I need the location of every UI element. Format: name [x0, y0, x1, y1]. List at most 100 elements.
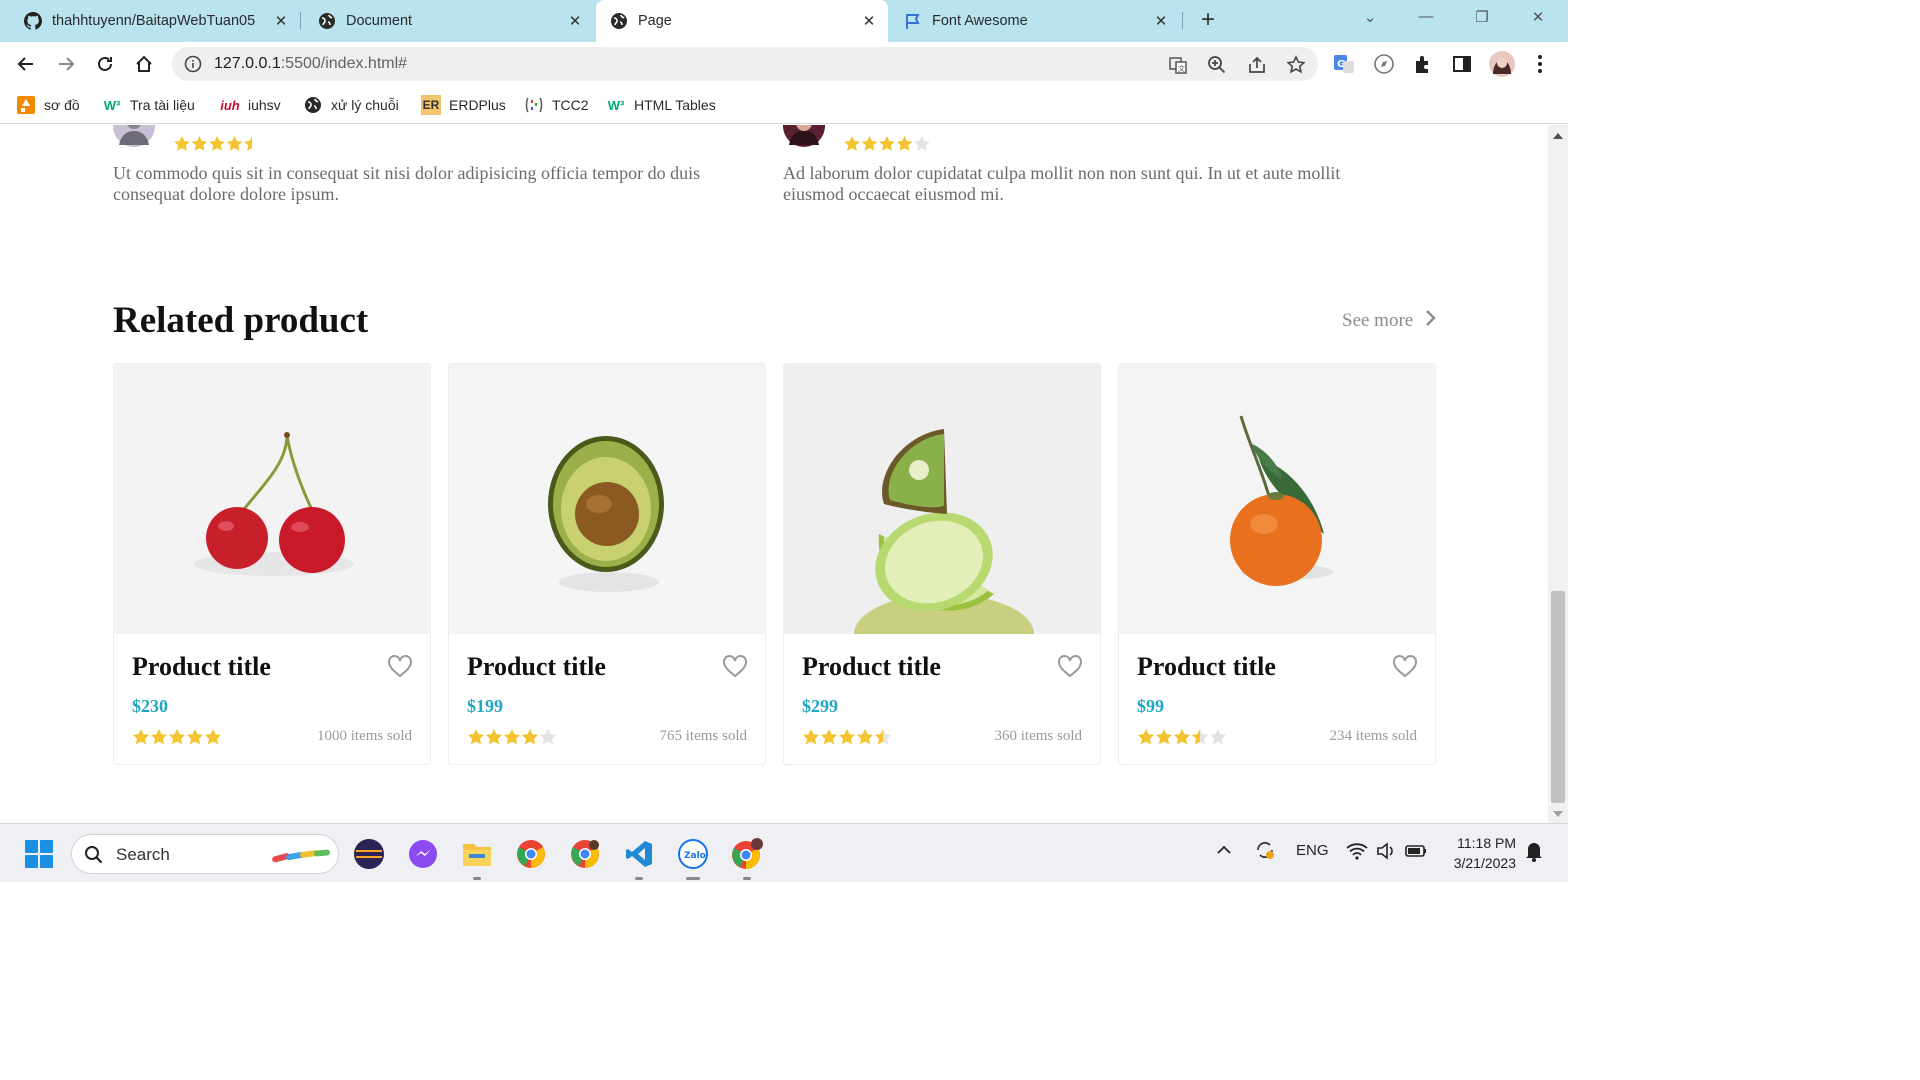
- bookmark-so-do[interactable]: sơ đồ: [16, 94, 80, 116]
- scroll-down-icon[interactable]: [1553, 811, 1563, 817]
- product-card[interactable]: Product title $230 1000 items sold: [113, 363, 431, 765]
- back-button[interactable]: [14, 52, 38, 76]
- running-indicator: [686, 877, 700, 880]
- scrollbar-thumb[interactable]: [1551, 591, 1565, 803]
- zoom-icon[interactable]: [1207, 55, 1227, 75]
- tab-document[interactable]: Document ✕: [294, 0, 594, 42]
- product-card[interactable]: Product title $299 360 items sold: [783, 363, 1101, 765]
- product-rating: [1137, 728, 1227, 748]
- product-image[interactable]: [784, 364, 1100, 674]
- share-icon[interactable]: [1247, 55, 1267, 75]
- system-clock[interactable]: 11:18 PM 3/21/2023: [1446, 833, 1516, 873]
- tab-title: thahhtuyenn/BaitapWebTuan05: [52, 13, 256, 29]
- taskbar-search-input[interactable]: Search: [71, 834, 339, 874]
- language-indicator[interactable]: ENG: [1296, 842, 1329, 859]
- menu-icon[interactable]: [1528, 52, 1552, 76]
- battery-icon[interactable]: [1404, 842, 1428, 864]
- restore-button[interactable]: ❐: [1470, 8, 1494, 26]
- close-icon[interactable]: ✕: [860, 12, 878, 30]
- page-scrollbar[interactable]: [1548, 125, 1568, 823]
- minimize-button[interactable]: —: [1414, 8, 1438, 25]
- heart-icon[interactable]: [387, 654, 413, 678]
- info-icon[interactable]: [184, 55, 202, 78]
- vscode-app-icon[interactable]: [622, 837, 656, 880]
- tab-github[interactable]: thahhtuyenn/BaitapWebTuan05 ✕: [0, 0, 300, 42]
- star-bookmark-icon[interactable]: [1286, 55, 1306, 75]
- bookmark-tra-tai-lieu[interactable]: W³ Tra tài liệu: [102, 94, 195, 116]
- bookmarks-bar: sơ đồ W³ Tra tài liệu iuh iuhsv xử lý ch…: [0, 86, 1568, 124]
- review-text: Ad laborum dolor cupidatat culpa mollit …: [783, 163, 1341, 204]
- product-image[interactable]: [114, 364, 430, 634]
- product-image[interactable]: [1119, 364, 1435, 634]
- tab-search-icon[interactable]: ⌄: [1358, 8, 1382, 26]
- close-icon[interactable]: ✕: [1152, 12, 1170, 30]
- sync-icon[interactable]: [1254, 839, 1276, 865]
- scroll-up-icon[interactable]: [1553, 133, 1563, 139]
- google-translate-icon[interactable]: G: [1332, 52, 1356, 76]
- search-icon: [84, 845, 104, 870]
- bookmark-erdplus[interactable]: ER ERDPlus: [421, 94, 506, 116]
- volume-icon[interactable]: [1376, 842, 1396, 864]
- profile-avatar[interactable]: [1488, 50, 1516, 78]
- tab-page[interactable]: Page ✕: [596, 0, 888, 42]
- section-title: Related product: [113, 300, 369, 341]
- chrome-profile-app-icon[interactable]: [568, 837, 602, 871]
- bookmark-label: xử lý chuỗi: [331, 97, 399, 113]
- address-bar[interactable]: 127.0.0.1:5500/index.html# 文: [172, 47, 1318, 81]
- tab-title: Font Awesome: [932, 13, 1028, 29]
- wifi-icon[interactable]: [1346, 842, 1368, 864]
- clock-date: 3/21/2023: [1453, 855, 1516, 871]
- globe-icon: [610, 12, 628, 30]
- product-price: $199: [467, 696, 503, 716]
- notification-bell-icon[interactable]: [1524, 840, 1544, 866]
- product-title[interactable]: Product title: [802, 652, 941, 682]
- see-more-link[interactable]: See more: [1342, 309, 1437, 333]
- product-title[interactable]: Product title: [132, 652, 271, 682]
- side-panel-icon[interactable]: [1450, 52, 1474, 76]
- windows-start-icon[interactable]: [25, 840, 53, 868]
- bookmark-iuhsv[interactable]: iuh iuhsv: [220, 94, 280, 116]
- bookmark-html-tables[interactable]: W³ HTML Tables: [606, 94, 716, 116]
- see-more-label: See more: [1342, 310, 1414, 331]
- chrome-app-icon[interactable]: [514, 837, 548, 871]
- review-rating: [173, 135, 261, 159]
- tab-title: Page: [638, 13, 672, 29]
- compass-extension-icon[interactable]: [1372, 52, 1396, 76]
- forward-button[interactable]: [54, 52, 78, 76]
- home-button[interactable]: [132, 52, 156, 76]
- product-card[interactable]: Product title $99 234 items sold: [1118, 363, 1436, 765]
- eclipse-app-icon[interactable]: [352, 837, 386, 871]
- orange-shape-icon: [16, 95, 36, 115]
- items-sold: 765 items sold: [659, 728, 747, 744]
- product-title[interactable]: Product title: [1137, 652, 1276, 682]
- translate-icon[interactable]: 文: [1168, 55, 1188, 75]
- zalo-app-icon[interactable]: Zalo: [676, 837, 710, 880]
- page-viewport: Ut commodo quis sit in consequat sit nis…: [0, 125, 1548, 823]
- tab-font-awesome[interactable]: Font Awesome ✕: [890, 0, 1180, 42]
- chrome-active-app-icon[interactable]: [730, 837, 764, 880]
- reload-button[interactable]: [93, 52, 117, 76]
- chevron-up-icon[interactable]: [1216, 842, 1232, 862]
- browser-toolbar: 127.0.0.1:5500/index.html# 文 G: [0, 42, 1568, 86]
- product-title[interactable]: Product title: [467, 652, 606, 682]
- iuh-icon: iuh: [220, 97, 240, 113]
- extensions-icon[interactable]: [1411, 52, 1435, 76]
- heart-icon[interactable]: [722, 654, 748, 678]
- chevron-right-icon: [1425, 309, 1437, 333]
- file-explorer-app-icon[interactable]: [460, 837, 494, 880]
- close-icon[interactable]: ✕: [272, 12, 290, 30]
- product-image[interactable]: [449, 364, 765, 634]
- bookmark-label: sơ đồ: [44, 97, 80, 113]
- close-icon[interactable]: ✕: [566, 12, 584, 30]
- close-window-button[interactable]: ✕: [1526, 8, 1550, 26]
- globe-icon: [318, 12, 336, 30]
- messenger-app-icon[interactable]: [406, 837, 440, 871]
- tab-bar: thahhtuyenn/BaitapWebTuan05 ✕ Document ✕…: [0, 0, 1568, 42]
- heart-icon[interactable]: [1392, 654, 1418, 678]
- bookmark-xu-ly-chuoi[interactable]: xử lý chuỗi: [303, 94, 399, 116]
- bookmark-tcc2[interactable]: TCC2: [524, 94, 589, 116]
- heart-icon[interactable]: [1057, 654, 1083, 678]
- clock-time: 11:18 PM: [1457, 835, 1516, 851]
- new-tab-button[interactable]: +: [1196, 8, 1220, 33]
- product-card[interactable]: Product title $199 765 items sold: [448, 363, 766, 765]
